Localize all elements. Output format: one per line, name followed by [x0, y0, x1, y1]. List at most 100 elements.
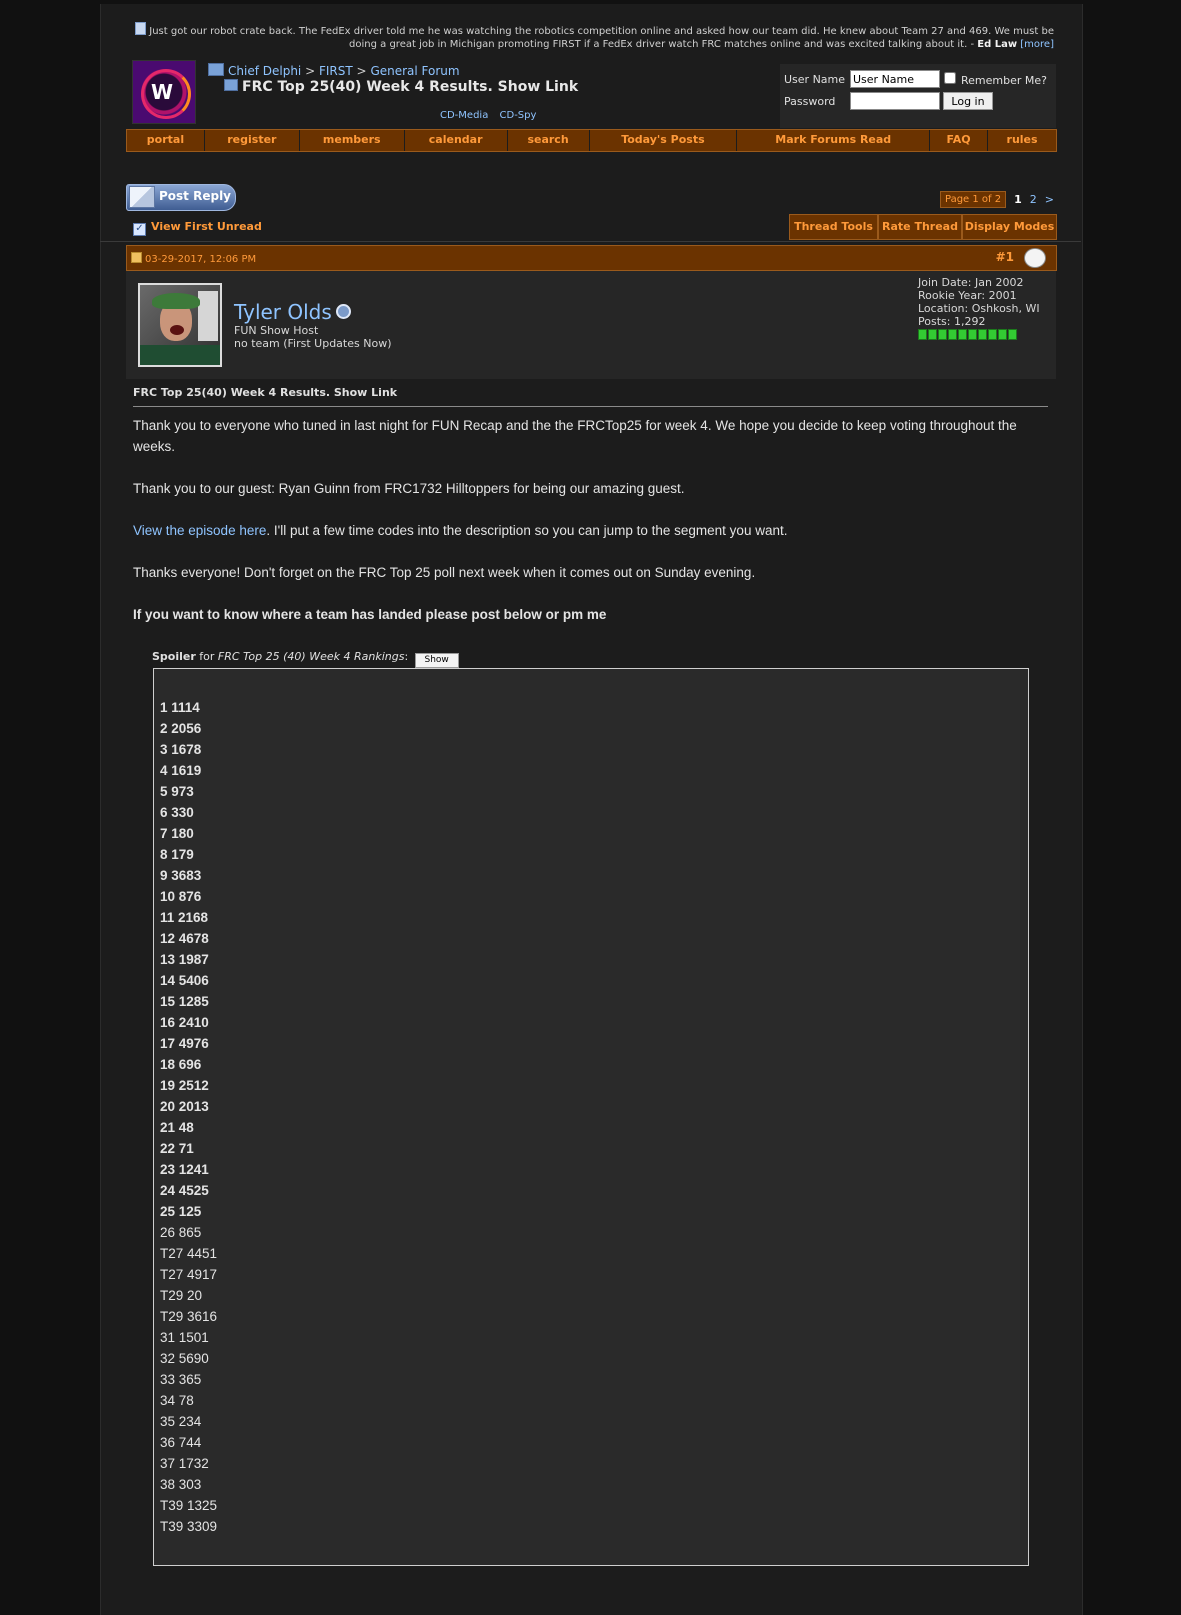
user-title: FUN Show Host no team (First Updates Now…	[234, 324, 391, 350]
username-label: User Name	[784, 73, 846, 86]
display-modes-button[interactable]: Display Modes	[962, 214, 1057, 240]
remember-me-label: Remember Me?	[961, 74, 1047, 87]
next-page-link[interactable]: >	[1045, 193, 1054, 206]
breadcrumb-site[interactable]: Chief Delphi	[228, 64, 301, 78]
user-stats: Join Date: Jan 2002 Rookie Year: 2001 Lo…	[918, 276, 1040, 340]
breadcrumb-forum[interactable]: General Forum	[370, 64, 459, 78]
ranking-item: 19 2512	[160, 1078, 209, 1093]
avatar-hat	[152, 293, 200, 309]
ranking-item: 35 234	[160, 1414, 202, 1429]
ranking-item: 8 179	[160, 847, 194, 862]
ranking-item: 1 1114	[160, 700, 200, 715]
nav-mark-forums-read[interactable]: Mark Forums Read	[737, 130, 931, 151]
rep-pip	[938, 329, 947, 340]
ranking-item: 26 865	[160, 1225, 202, 1240]
ranking-item: T29 20	[160, 1288, 203, 1303]
ranking-item: 11 2168	[160, 910, 209, 925]
post-paragraph-3: View the episode here. I'll put a few ti…	[133, 520, 1053, 541]
nav-register[interactable]: register	[205, 130, 300, 151]
online-status-icon	[335, 304, 351, 319]
user-team: no team (First Updates Now)	[234, 337, 392, 350]
ranking-item: 37 1732	[160, 1456, 209, 1471]
rep-pip	[968, 329, 977, 340]
rep-pip	[998, 329, 1007, 340]
spoiler-content: 1 1114 2 2056 3 1678 4 1619 5 973 6 330 7 180 8…	[153, 668, 1029, 1566]
logo-mark: W	[151, 80, 174, 104]
page-title: FRC Top 25(40) Week 4 Results. Show Link	[224, 79, 578, 95]
username-link[interactable]: Tyler Olds	[234, 300, 332, 324]
ranking-item: 21 48	[160, 1120, 194, 1135]
spoiler-colon: :	[404, 650, 409, 663]
ranking-item: 34 78	[160, 1393, 194, 1408]
username: Tyler Olds	[234, 300, 351, 324]
thread-title-text: FRC Top 25(40) Week 4 Results. Show Link	[242, 79, 579, 95]
breadcrumb-category[interactable]: FIRST	[319, 64, 353, 78]
post-title-divider	[133, 406, 1048, 407]
rankings-list: 1 1114 2 2056 3 1678 4 1619 5 973 6 330 7 180 8…	[160, 697, 217, 1537]
cd-media-link[interactable]: CD-Media	[440, 110, 488, 121]
nav-members[interactable]: members	[300, 130, 405, 151]
nav-faq[interactable]: FAQ	[930, 130, 989, 151]
password-input[interactable]	[850, 92, 940, 110]
ranking-item: T27 4917	[160, 1267, 218, 1282]
nav-todays-posts[interactable]: Today's Posts	[590, 130, 738, 151]
view-first-unread-link[interactable]: ✓ View First Unread	[133, 220, 262, 236]
ranking-item: 15 1285	[160, 994, 209, 1009]
nav-rules[interactable]: rules	[988, 130, 1056, 151]
quote-more-link[interactable]: [more]	[1020, 39, 1054, 50]
thread-tools-button[interactable]: Thread Tools	[789, 214, 878, 240]
post-date: 03-29-2017, 12:06 PM	[131, 252, 256, 265]
breadcrumb-separator: >	[305, 64, 316, 78]
post-paragraph-2: Thank you to our guest: Ryan Guinn from …	[133, 481, 685, 496]
user-title-text: FUN Show Host	[234, 324, 319, 337]
avatar-mouth	[170, 325, 184, 335]
rate-thread-button[interactable]: Rate Thread	[878, 214, 962, 240]
post-date-text: 03-29-2017, 12:06 PM	[145, 254, 257, 265]
post-paragraph-1: Thank you to everyone who tuned in last …	[133, 418, 1017, 454]
post-status-icon	[131, 252, 142, 263]
reputation-bar	[918, 329, 1040, 340]
ranking-item: T29 3616	[160, 1309, 218, 1324]
avatar[interactable]	[138, 283, 222, 367]
join-date: Join Date: Jan 2002	[918, 276, 1024, 289]
breadcrumb-separator: >	[356, 64, 367, 78]
pagination: Page 1 of 2 1 2 >	[940, 190, 1054, 208]
ranking-item: 17 4976	[160, 1036, 209, 1051]
ranking-item: 2 2056	[160, 721, 202, 736]
page-2-link[interactable]: 2	[1030, 193, 1037, 206]
nav-search[interactable]: search	[508, 130, 590, 151]
spoiler-show-button[interactable]: Show	[414, 653, 459, 668]
spoiler-header: Spoiler for FRC Top 25 (40) Week 4 Ranki…	[152, 650, 459, 668]
rep-pip	[948, 329, 957, 340]
ranking-item: 16 2410	[160, 1015, 209, 1030]
ranking-item: 32 5690	[160, 1351, 209, 1366]
remember-me-checkbox[interactable]	[944, 72, 956, 84]
nav-portal[interactable]: portal	[127, 130, 205, 151]
ranking-item: 31 1501	[160, 1330, 209, 1345]
ranking-item: T39 1325	[160, 1498, 218, 1513]
rep-pip	[978, 329, 987, 340]
ranking-item: 36 744	[160, 1435, 202, 1450]
check-icon: ✓	[133, 223, 146, 236]
username-input[interactable]	[850, 70, 940, 88]
login-button[interactable]: Log in	[943, 92, 993, 110]
cd-spy-link[interactable]: CD-Spy	[500, 110, 537, 121]
ranking-item: 23 1241	[160, 1162, 209, 1177]
post-number-link[interactable]: #1	[996, 250, 1014, 264]
divider	[100, 241, 1081, 242]
quote-text: Just got our robot crate back. The FedEx…	[149, 26, 1054, 50]
site-logo[interactable]: W	[132, 60, 196, 124]
ranking-item: T27 4451	[160, 1246, 218, 1261]
post-count: Posts: 1,292	[918, 315, 986, 328]
ranking-item: 24 4525	[160, 1183, 209, 1198]
random-quote: Just got our robot crate back. The FedEx…	[130, 22, 1054, 51]
nav-calendar[interactable]: calendar	[405, 130, 508, 151]
post-reply-button[interactable]: Post Reply	[126, 184, 236, 211]
episode-link[interactable]: View the episode here	[133, 523, 266, 538]
view-first-unread-label: View First Unread	[151, 220, 262, 233]
glove-icon	[1024, 248, 1046, 268]
post-paragraph-5: If you want to know where a team has lan…	[133, 607, 607, 622]
reply-icon	[129, 186, 155, 208]
login-form: User Name Remember Me? Password Log in	[780, 64, 1056, 128]
post-reply-label: Post Reply	[159, 189, 231, 203]
